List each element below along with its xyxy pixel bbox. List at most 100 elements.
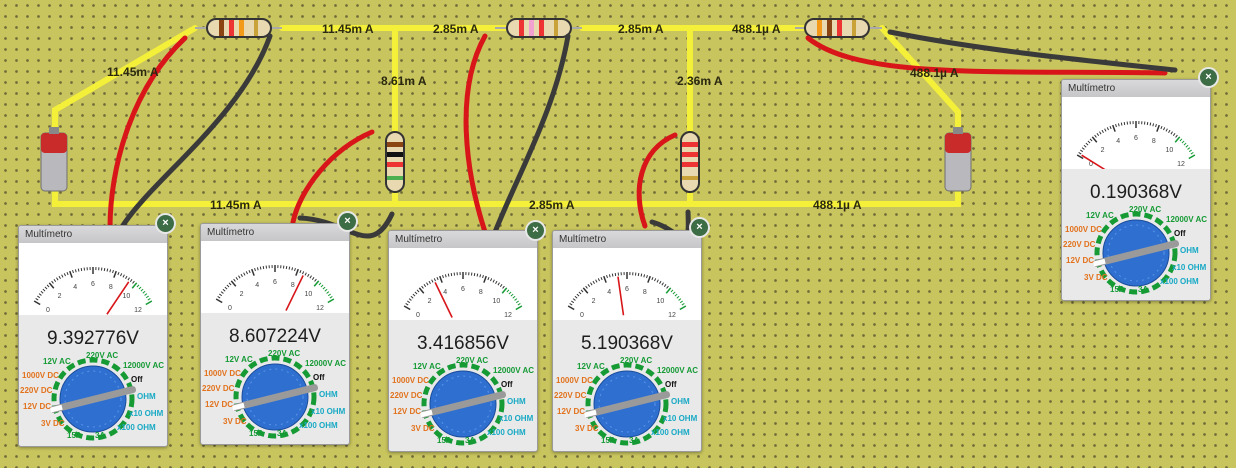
range-x100-ohm[interactable]: x100 OHM bbox=[299, 421, 338, 430]
close-icon[interactable]: × bbox=[1200, 69, 1217, 86]
close-icon[interactable]: × bbox=[157, 215, 174, 232]
range-12v-ac[interactable]: 12V AC bbox=[43, 357, 71, 366]
scale-tick bbox=[63, 273, 66, 277]
close-icon[interactable]: × bbox=[691, 219, 708, 236]
close-icon[interactable]: × bbox=[339, 213, 356, 230]
range-3a[interactable]: 3A bbox=[1138, 285, 1148, 294]
range-x10-ohm[interactable]: x10 OHM bbox=[1172, 263, 1206, 272]
range-220v-ac[interactable]: 220V AC bbox=[620, 356, 652, 365]
scale-tick bbox=[326, 291, 330, 294]
scale-tick-label: 6 bbox=[625, 286, 629, 293]
scale-tick-label: 8 bbox=[643, 289, 647, 296]
scale-tick bbox=[251, 268, 255, 276]
scale-tick bbox=[450, 272, 453, 277]
range-x100-ohm[interactable]: x100 OHM bbox=[651, 428, 690, 437]
range-x100-ohm[interactable]: x100 OHM bbox=[117, 423, 156, 432]
probe-leads[interactable] bbox=[107, 29, 1178, 241]
multimeter-1[interactable]: Multímetro 0 2 4 6 8 10 12 9.392776V 12V AC 22… bbox=[18, 225, 168, 447]
multimeter-4[interactable]: Multímetro 0 2 4 6 8 10 12 5.190368V 12V AC 22… bbox=[552, 230, 702, 452]
range-x100-ohm[interactable]: x100 OHM bbox=[487, 428, 526, 437]
range-12v-ac[interactable]: 12V AC bbox=[225, 355, 253, 364]
range-220v-dc[interactable]: 220V DC bbox=[20, 386, 52, 395]
range-15a[interactable]: 15A bbox=[67, 431, 82, 440]
range-12v-ac[interactable]: 12V AC bbox=[577, 362, 605, 371]
range-12000v-ac[interactable]: 12000V AC bbox=[1166, 215, 1207, 224]
range-220v-dc[interactable]: 220V DC bbox=[390, 391, 422, 400]
scale-tick bbox=[1101, 129, 1104, 133]
scale-tick bbox=[80, 267, 83, 272]
range-off[interactable]: Off bbox=[313, 373, 325, 382]
range-off[interactable]: Off bbox=[665, 380, 677, 389]
range-12v-dc[interactable]: 12V DC bbox=[393, 407, 421, 416]
range-1000v-dc[interactable]: 1000V DC bbox=[22, 371, 59, 380]
range-3a[interactable]: 3A bbox=[465, 436, 475, 445]
range-3a[interactable]: 3A bbox=[629, 436, 639, 445]
battery-left[interactable] bbox=[40, 127, 68, 192]
multimeter-5[interactable]: Multímetro 0 2 4 6 8 10 12 0.190368V 12V AC 22… bbox=[1061, 79, 1211, 301]
multimeter-3[interactable]: Multímetro 0 2 4 6 8 10 12 3.416856V 12V AC 22… bbox=[388, 230, 538, 452]
range-220v-ac[interactable]: 220V AC bbox=[456, 356, 488, 365]
scale-tick bbox=[444, 274, 447, 278]
multimeter-2[interactable]: Multímetro 0 2 4 6 8 10 12 8.607224V 12V AC 22… bbox=[200, 223, 350, 445]
range-220v-dc[interactable]: 220V DC bbox=[554, 391, 586, 400]
range-3a[interactable]: 3A bbox=[95, 431, 105, 440]
scale-tick bbox=[1170, 131, 1173, 135]
range-220v-ac[interactable]: 220V AC bbox=[268, 349, 300, 358]
range-220v-ac[interactable]: 220V AC bbox=[86, 351, 118, 360]
scale-tick bbox=[1179, 138, 1183, 142]
range-3v-dc[interactable]: 3V DC bbox=[41, 419, 65, 428]
range-12v-ac[interactable]: 12V AC bbox=[1086, 211, 1114, 220]
resistor-5[interactable] bbox=[680, 131, 700, 193]
range-3a[interactable]: 3A bbox=[277, 429, 287, 438]
range-12v-ac[interactable]: 12V AC bbox=[413, 362, 441, 371]
range-12v-dc[interactable]: 12V DC bbox=[23, 402, 51, 411]
range-x100-ohm[interactable]: x100 OHM bbox=[1160, 277, 1199, 286]
range-3v-dc[interactable]: 3V DC bbox=[411, 424, 435, 433]
range-1000v-dc[interactable]: 1000V DC bbox=[392, 376, 429, 385]
range-off[interactable]: Off bbox=[131, 375, 143, 384]
range-1000v-dc[interactable]: 1000V DC bbox=[1065, 225, 1102, 234]
close-icon[interactable]: × bbox=[527, 222, 544, 239]
range-3v-dc[interactable]: 3V DC bbox=[223, 417, 247, 426]
range-ohm[interactable]: OHM bbox=[671, 397, 690, 406]
range-ohm[interactable]: OHM bbox=[1180, 246, 1199, 255]
scale-tick-label: 12 bbox=[134, 307, 142, 314]
range-off[interactable]: Off bbox=[1174, 229, 1186, 238]
resistor-3[interactable] bbox=[795, 18, 882, 38]
range-off[interactable]: Off bbox=[501, 380, 513, 389]
range-12v-dc[interactable]: 12V DC bbox=[205, 400, 233, 409]
range-x10-ohm[interactable]: x10 OHM bbox=[129, 409, 163, 418]
range-15a[interactable]: 15A bbox=[1110, 285, 1125, 294]
range-15a[interactable]: 15A bbox=[249, 429, 264, 438]
battery-right[interactable] bbox=[944, 127, 972, 192]
current-label: 2.36m A bbox=[677, 74, 723, 88]
range-12v-dc[interactable]: 12V DC bbox=[557, 407, 585, 416]
range-ohm[interactable]: OHM bbox=[507, 397, 526, 406]
range-x10-ohm[interactable]: x10 OHM bbox=[311, 407, 345, 416]
range-15a[interactable]: 15A bbox=[601, 436, 616, 445]
range-15a[interactable]: 15A bbox=[437, 436, 452, 445]
scale-tick bbox=[416, 289, 420, 293]
wires bbox=[52, 25, 961, 207]
range-12000v-ac[interactable]: 12000V AC bbox=[493, 366, 534, 375]
range-x10-ohm[interactable]: x10 OHM bbox=[499, 414, 533, 423]
scale-tick bbox=[1146, 121, 1149, 126]
range-12000v-ac[interactable]: 12000V AC bbox=[657, 366, 698, 375]
range-220v-dc[interactable]: 220V DC bbox=[1063, 240, 1095, 249]
range-3v-dc[interactable]: 3V DC bbox=[1084, 273, 1108, 282]
needle bbox=[1081, 154, 1106, 169]
range-1000v-dc[interactable]: 1000V DC bbox=[556, 376, 593, 385]
resistor-4[interactable] bbox=[385, 131, 405, 193]
range-ohm[interactable]: OHM bbox=[137, 392, 156, 401]
range-ohm[interactable]: OHM bbox=[319, 390, 338, 399]
range-220v-ac[interactable]: 220V AC bbox=[1129, 205, 1161, 214]
scale-tick bbox=[302, 271, 305, 275]
range-1000v-dc[interactable]: 1000V DC bbox=[204, 369, 241, 378]
range-x10-ohm[interactable]: x10 OHM bbox=[663, 414, 697, 423]
range-220v-dc[interactable]: 220V DC bbox=[202, 384, 234, 393]
range-12000v-ac[interactable]: 12000V AC bbox=[123, 361, 164, 370]
range-12000v-ac[interactable]: 12000V AC bbox=[305, 359, 346, 368]
range-3v-dc[interactable]: 3V DC bbox=[575, 424, 599, 433]
range-12v-dc[interactable]: 12V DC bbox=[1066, 256, 1094, 265]
scale-tick bbox=[608, 274, 611, 278]
